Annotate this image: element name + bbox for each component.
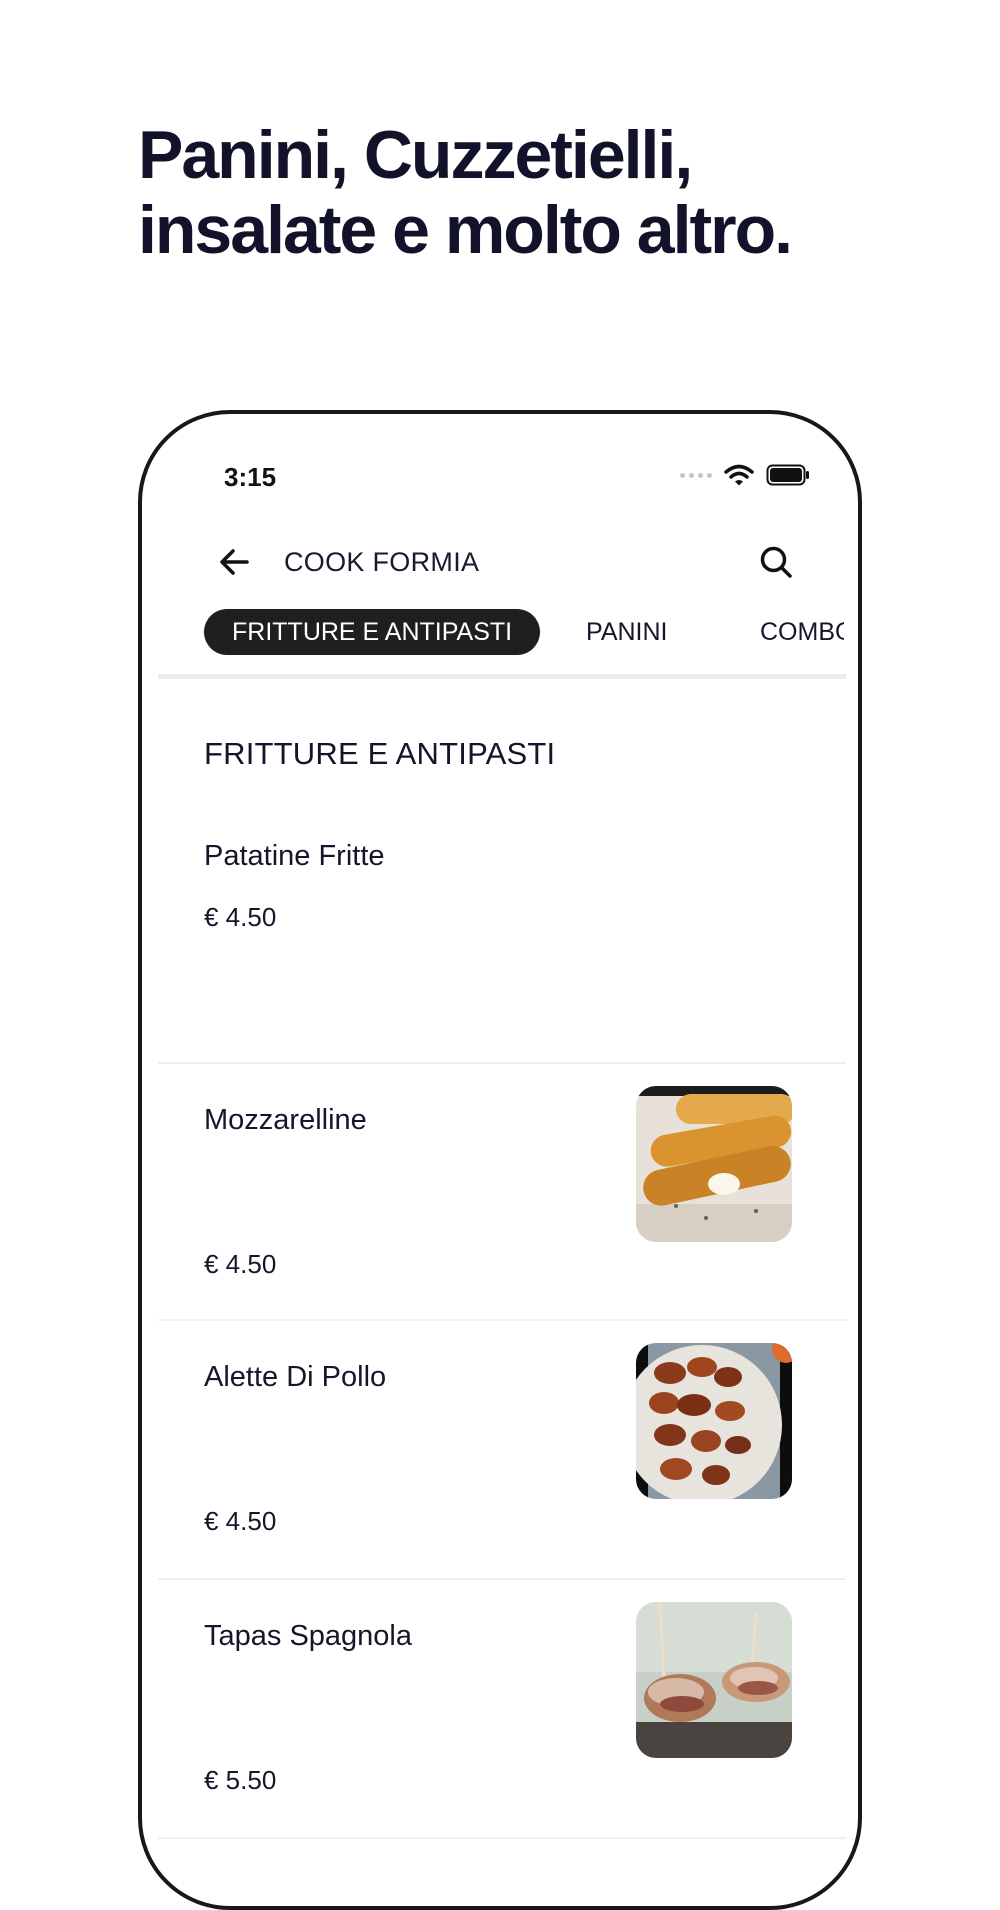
- tab-panini[interactable]: PANINI: [586, 609, 668, 655]
- phone-frame: 3:15 COOK FORMIA FRITTURE E ANTIPASTI PA…: [138, 410, 862, 1910]
- item-price: € 4.50: [204, 902, 277, 932]
- item-price: € 4.50: [204, 1249, 277, 1279]
- search-button[interactable]: [754, 540, 798, 584]
- tapas-skewers-photo: [636, 1602, 792, 1758]
- item-price: € 5.50: [204, 1765, 277, 1795]
- promo-headline-line1: Panini, Cuzzetielli,: [138, 117, 693, 193]
- menu-item-mozzarelline[interactable]: Mozzarelline € 4.50: [158, 1064, 846, 1321]
- item-name: Alette Di Pollo: [204, 1361, 387, 1393]
- item-name: Mozzarelline: [204, 1104, 367, 1136]
- section-title: FRITTURE E ANTIPASTI: [204, 736, 556, 771]
- item-name: Tapas Spagnola: [204, 1620, 412, 1652]
- promo-headline-line2: insalate e molto altro.: [138, 192, 793, 268]
- fried-mozzarella-sticks-photo: [636, 1086, 792, 1242]
- battery-icon: [766, 464, 809, 486]
- chicken-wings-photo: [636, 1343, 792, 1499]
- menu-item-alette-di-pollo[interactable]: Alette Di Pollo € 4.50: [158, 1321, 846, 1580]
- cellular-signal-icon: [680, 472, 712, 478]
- store-name: COOK FORMIA: [284, 546, 480, 577]
- status-time: 3:15: [224, 462, 277, 492]
- back-button[interactable]: [214, 542, 254, 582]
- top-nav-bar: COOK FORMIA: [214, 532, 798, 592]
- arrow-left-icon: [220, 549, 249, 575]
- tab-combo[interactable]: COMBO: [760, 609, 844, 655]
- category-tabs: FRITTURE E ANTIPASTI PANINI COMBO: [204, 609, 844, 659]
- item-price: € 4.50: [204, 1506, 277, 1536]
- tab-fritture-e-antipasti[interactable]: FRITTURE E ANTIPASTI: [204, 609, 541, 655]
- menu-item-tapas-spagnola[interactable]: Tapas Spagnola € 5.50: [158, 1580, 846, 1839]
- wifi-icon: [724, 464, 754, 486]
- menu-item-list: Patatine Fritte € 4.50 Mozzarelline € 4.…: [158, 804, 846, 1839]
- tabs-divider: [158, 674, 846, 679]
- item-name: Patatine Fritte: [204, 840, 385, 872]
- promo-headline: Panini, Cuzzetielli, insalate e molto al…: [138, 118, 918, 268]
- status-icons: [680, 464, 810, 486]
- menu-item-patatine-fritte[interactable]: Patatine Fritte € 4.50: [158, 804, 846, 1064]
- search-icon: [760, 546, 792, 578]
